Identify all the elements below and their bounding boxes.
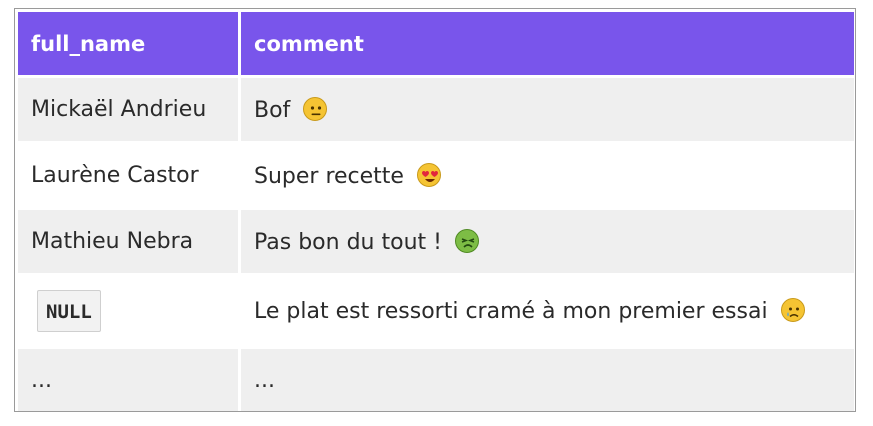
table-row: Mathieu Nebra Pas bon du tout ! — [18, 210, 854, 273]
table-row: Mickaël Andrieu Bof — [18, 78, 854, 141]
cell-comment: Super recette — [241, 144, 854, 207]
cell-full-name: Mickaël Andrieu — [18, 78, 238, 141]
heart-eyes-icon — [416, 162, 441, 187]
table-row: Laurène Castor Super recette — [18, 144, 854, 207]
cell-full-name: Mathieu Nebra — [18, 210, 238, 273]
data-table: full_name comment Mickaël Andrieu Bof La… — [15, 9, 857, 414]
cell-full-name: NULL — [18, 276, 238, 346]
cell-full-name: Laurène Castor — [18, 144, 238, 207]
neutral-face-icon — [303, 96, 328, 121]
column-header-comment: comment — [241, 12, 854, 75]
table-row: ... ... — [18, 349, 854, 411]
comment-text: Bof — [254, 97, 291, 123]
cell-comment: ... — [241, 349, 854, 411]
null-badge: NULL — [37, 290, 101, 332]
comment-text: Super recette — [254, 163, 404, 189]
nauseated-face-icon — [454, 228, 479, 253]
comment-text: Le plat est ressorti cramé à mon premier… — [254, 299, 768, 324]
column-header-full-name: full_name — [18, 12, 238, 75]
cell-comment: Pas bon du tout ! — [241, 210, 854, 273]
sad-tear-face-icon — [780, 298, 805, 322]
table-frame: full_name comment Mickaël Andrieu Bof La… — [14, 8, 856, 412]
comment-text: Pas bon du tout ! — [254, 229, 442, 255]
cell-comment: Bof — [241, 78, 854, 141]
cell-comment: Le plat est ressorti cramé à mon premier… — [241, 276, 854, 346]
table-header-row: full_name comment — [18, 12, 854, 75]
table-row: NULL Le plat est ressorti cramé à mon pr… — [18, 276, 854, 346]
cell-full-name: ... — [18, 349, 238, 411]
